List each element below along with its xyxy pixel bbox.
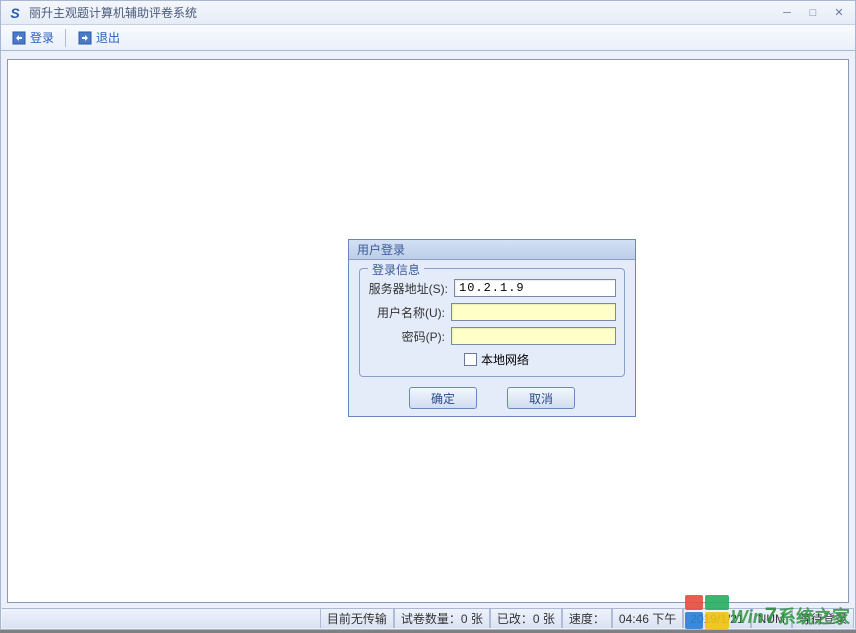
server-input[interactable] xyxy=(454,279,616,297)
exit-icon xyxy=(77,30,93,46)
username-label: 用户名称(U): xyxy=(368,304,445,321)
window-controls: ─ □ ✕ xyxy=(777,5,849,21)
minimize-button[interactable]: ─ xyxy=(777,5,797,21)
password-row: 密码(P): xyxy=(368,327,616,345)
login-icon xyxy=(11,30,27,46)
status-saved: 已改：0 张 xyxy=(490,609,562,628)
username-input[interactable] xyxy=(451,303,616,321)
server-label: 服务器地址(S): xyxy=(368,280,448,297)
dialog-body: 登录信息 服务器地址(S): 用户名称(U): 密码(P): 本地网络 xyxy=(349,260,635,415)
toolbar-separator xyxy=(65,29,66,47)
local-network-row: 本地网络 xyxy=(464,351,616,368)
exit-toolbar-button[interactable]: 退出 xyxy=(71,27,126,48)
dialog-buttons: 确定 取消 xyxy=(359,387,625,409)
app-window: S 丽升主观题计算机辅助评卷系统 ─ □ ✕ 登录 退出 用户登录 登录信息 xyxy=(0,0,856,630)
status-num: NUM xyxy=(751,609,792,628)
titlebar: S 丽升主观题计算机辅助评卷系统 ─ □ ✕ xyxy=(1,1,855,25)
username-row: 用户名称(U): xyxy=(368,303,616,321)
login-toolbar-button[interactable]: 登录 xyxy=(5,27,60,48)
maximize-button[interactable]: □ xyxy=(803,5,823,21)
status-date: 2019/1/21 xyxy=(683,609,750,628)
exit-toolbar-label: 退出 xyxy=(96,29,120,46)
login-toolbar-label: 登录 xyxy=(30,29,54,46)
local-network-label: 本地网络 xyxy=(481,351,529,368)
close-button[interactable]: ✕ xyxy=(829,5,849,21)
status-time: 04:46 下午 xyxy=(612,609,683,628)
app-icon: S xyxy=(7,5,23,21)
status-exam-count: 试卷数量：0 张 xyxy=(394,609,490,628)
statusbar: 目前无传输 试卷数量：0 张 已改：0 张 速度： 04:46 下午 2019/… xyxy=(2,608,854,628)
password-input[interactable] xyxy=(451,327,616,345)
password-label: 密码(P): xyxy=(368,328,445,345)
cancel-button[interactable]: 取消 xyxy=(507,387,575,409)
local-network-checkbox[interactable] xyxy=(464,353,477,366)
server-row: 服务器地址(S): xyxy=(368,279,616,297)
dialog-title: 用户登录 xyxy=(349,240,635,260)
status-spacer xyxy=(2,609,320,628)
ok-button[interactable]: 确定 xyxy=(409,387,477,409)
login-fieldset: 登录信息 服务器地址(S): 用户名称(U): 密码(P): 本地网络 xyxy=(359,268,625,377)
toolbar: 登录 退出 xyxy=(1,25,855,51)
status-no-transfer: 目前无传输 xyxy=(320,609,394,628)
status-speed: 速度： xyxy=(562,609,612,628)
login-dialog: 用户登录 登录信息 服务器地址(S): 用户名称(U): 密码(P): xyxy=(348,239,636,417)
fieldset-legend: 登录信息 xyxy=(368,261,424,278)
window-title: 丽升主观题计算机辅助评卷系统 xyxy=(29,4,777,21)
status-wait-login: 等待登录 xyxy=(792,609,854,628)
